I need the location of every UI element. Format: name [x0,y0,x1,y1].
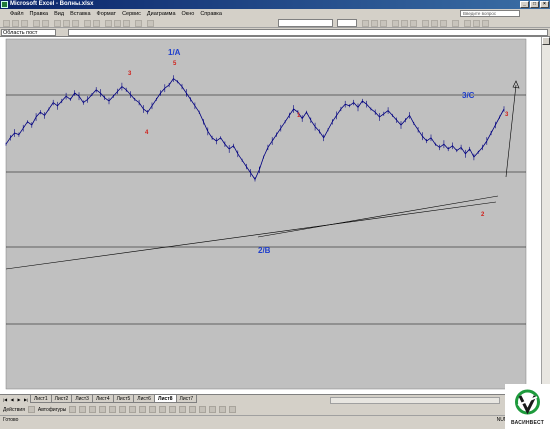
print-icon[interactable] [33,20,40,27]
align-right-icon[interactable] [410,20,417,27]
fill-icon[interactable] [159,406,167,413]
vasinvest-logo: ВАСИНВЕСТ [505,384,550,429]
plot-area [5,38,527,390]
wave-label-1a: 1/A [168,48,181,57]
autoshapes-menu[interactable]: Автофигуры [38,407,66,413]
excel-icon [1,1,8,8]
maximize-button[interactable]: □ [530,1,539,8]
wave-label-2b: 2/B [258,246,271,255]
font-name-combo[interactable] [278,19,333,27]
borders-icon[interactable] [464,20,471,27]
align-center-icon[interactable] [401,20,408,27]
undo-icon[interactable] [84,20,91,27]
comma-icon[interactable] [440,20,447,27]
help-search-input[interactable]: Введите вопрос [460,10,520,17]
save-icon[interactable] [21,20,28,27]
menu-format[interactable]: Формат [97,11,117,17]
3d-icon[interactable] [229,406,237,413]
line-style-icon[interactable] [189,406,197,413]
preview-icon[interactable] [42,20,49,27]
wave-label-3c: 3/C [462,91,475,100]
vertical-scrollbar[interactable] [541,37,550,394]
formula-input[interactable] [68,29,548,36]
sheet-tab-7[interactable]: Лист7 [175,395,198,403]
actions-menu[interactable]: Действия [3,407,25,413]
rectangle-icon[interactable] [89,406,97,413]
menu-tools[interactable]: Сервис [122,11,141,17]
name-box[interactable]: Область пост [1,29,56,36]
sheet-tab-1[interactable]: Лист1 [30,395,52,403]
wordart-icon[interactable] [119,406,127,413]
menu-chart[interactable]: Диаграмма [147,11,176,17]
scroll-up-icon[interactable] [542,37,550,45]
logo-icon [515,389,540,415]
status-bar: Готово NUM [0,415,550,429]
chart-wizard-icon[interactable] [123,20,130,27]
close-button[interactable]: × [540,1,549,8]
next-sheet-icon[interactable]: ▶ [16,396,22,403]
minimize-button[interactable]: _ [520,1,529,8]
menu-help[interactable]: Справка [200,11,222,17]
menu-file[interactable]: Файл [10,11,24,17]
title-bar: Microsoft Excel - Волны.xlsх _ □ × [0,0,550,9]
underline-icon[interactable] [380,20,387,27]
menu-bar: Файл Правка Вид Вставка Формат Сервис Ди… [0,9,550,18]
sort-asc-icon[interactable] [114,20,121,27]
drawing-toolbar: Действия Автофигуры [0,404,550,415]
clipart-icon[interactable] [139,406,147,413]
horizontal-scrollbar[interactable] [330,397,500,404]
align-left-icon[interactable] [392,20,399,27]
sheet-tab-8[interactable]: Лист8 [153,395,177,403]
menu-edit[interactable]: Правка [30,11,49,17]
help-icon[interactable] [147,20,154,27]
line-icon[interactable] [69,406,77,413]
sheet-tab-6[interactable]: Лист6 [133,395,155,403]
shadow-icon[interactable] [219,406,227,413]
redo-icon[interactable] [93,20,100,27]
status-ready: Готово [3,417,19,423]
arrow-icon[interactable] [79,406,87,413]
prev-sheet-icon[interactable]: ◀ [9,396,15,403]
picture-icon[interactable] [149,406,157,413]
sum-icon[interactable] [105,20,112,27]
indent-icon[interactable] [452,20,459,27]
logo-text: ВАСИНВЕСТ [511,420,544,426]
font-color-icon[interactable] [482,20,489,27]
zoom-icon[interactable] [135,20,142,27]
textbox-icon[interactable] [109,406,117,413]
menu-window[interactable]: Окно [182,11,195,17]
fill-color-icon[interactable] [473,20,480,27]
open-icon[interactable] [12,20,19,27]
window-title: Microsoft Excel - Волны.xlsх [10,1,94,7]
first-sheet-icon[interactable]: |◀ [2,396,8,403]
cut-icon[interactable] [54,20,61,27]
oval-icon[interactable] [99,406,107,413]
last-sheet-icon[interactable]: ▶| [23,396,29,403]
text-color-icon[interactable] [179,406,187,413]
price-chart[interactable]: 1/A 2/B 3/C 3 4 5 1 2 3 [0,37,528,394]
percent-icon[interactable] [431,20,438,27]
arrow-style-icon[interactable] [209,406,217,413]
menu-view[interactable]: Вид [54,11,64,17]
line-color-icon[interactable] [169,406,177,413]
menu-insert[interactable]: Вставка [70,11,90,17]
diagram-icon[interactable] [129,406,137,413]
copy-icon[interactable] [63,20,70,27]
sheet-tab-bar: |◀ ◀ ▶ ▶| Лист1 Лист2 Лист3 Лист4 Лист5 … [0,394,550,404]
select-objects-icon[interactable] [27,406,35,413]
bold-icon[interactable] [362,20,369,27]
sheet-tab-5[interactable]: Лист5 [112,395,135,403]
standard-toolbar [0,18,550,28]
sheet-tab-4[interactable]: Лист4 [91,395,114,403]
italic-icon[interactable] [371,20,378,27]
font-size-combo[interactable] [337,19,357,27]
sheet-tab-3[interactable]: Лист3 [71,395,93,403]
paste-icon[interactable] [72,20,79,27]
dash-style-icon[interactable] [199,406,207,413]
formula-bar: Область пост [0,28,550,37]
currency-icon[interactable] [422,20,429,27]
new-icon[interactable] [3,20,10,27]
sheet-tab-2[interactable]: Лист2 [50,395,73,403]
